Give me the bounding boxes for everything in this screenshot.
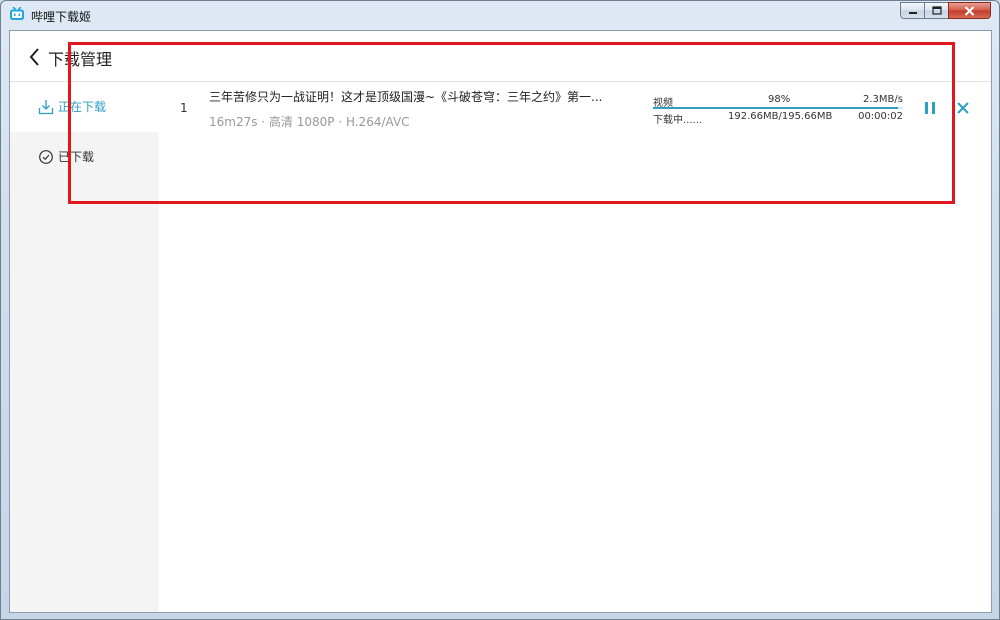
window-title: 哔哩下载姬 [31,10,92,24]
cancel-download-icon[interactable] [956,101,970,115]
close-window-button[interactable] [948,2,991,19]
check-circle-icon [39,150,53,164]
window-controls [900,2,991,20]
sidebar-item-downloaded[interactable]: 已下载 [10,132,159,182]
video-meta: 16m27s · 高清 1080P · H.264/AVC [209,115,410,129]
sidebar-item-label: 正在下载 [58,100,107,114]
page-title: 下载管理 [48,50,113,69]
sidebar-item-label: 已下载 [58,150,95,164]
maximize-button[interactable] [924,2,949,19]
title-bar[interactable]: 哔哩下载姬 [1,1,999,29]
download-icon [38,100,54,115]
progress-bar [653,107,903,109]
time-remaining: 00:00:02 [858,111,903,122]
download-status: 下载中...... [653,115,703,126]
bilibili-tv-icon [10,7,24,20]
list-item[interactable]: 1 三年苦修只为一战证明！这才是顶级国漫~《斗破苍穹：三年之约》第一... 16… [159,82,991,142]
app-window: 哔哩下载姬 下载管理 正在下载 已下载 1 三年苦修只为一战证明！这才是顶级国漫… [0,0,1000,620]
minimize-icon [908,11,917,14]
download-progress: 视频 98% 2.3MB/s 下载中...... 192.66MB/195.66… [653,92,903,126]
download-speed: 2.3MB/s [863,94,903,105]
download-list: 1 三年苦修只为一战证明！这才是顶级国漫~《斗破苍穹：三年之约》第一... 16… [159,82,991,612]
item-index: 1 [180,101,188,115]
close-icon [964,5,975,16]
download-size: 192.66MB/195.66MB [728,111,833,122]
pause-icon[interactable] [923,100,937,116]
progress-percent: 98% [768,94,791,105]
maximize-icon [931,6,942,15]
video-title: 三年苦修只为一战证明！这才是顶级国漫~《斗破苍穹：三年之约》第一... [209,90,603,104]
sidebar: 正在下载 已下载 [10,82,159,612]
client-area: 下载管理 正在下载 已下载 1 三年苦修只为一战证明！这才是顶级国漫~《斗破苍穹… [9,30,992,613]
minimize-button[interactable] [900,2,925,19]
page-header: 下载管理 [10,31,991,82]
sidebar-item-downloading[interactable]: 正在下载 [10,82,159,132]
progress-bar-fill [653,107,898,109]
chevron-left-icon[interactable] [28,47,42,67]
